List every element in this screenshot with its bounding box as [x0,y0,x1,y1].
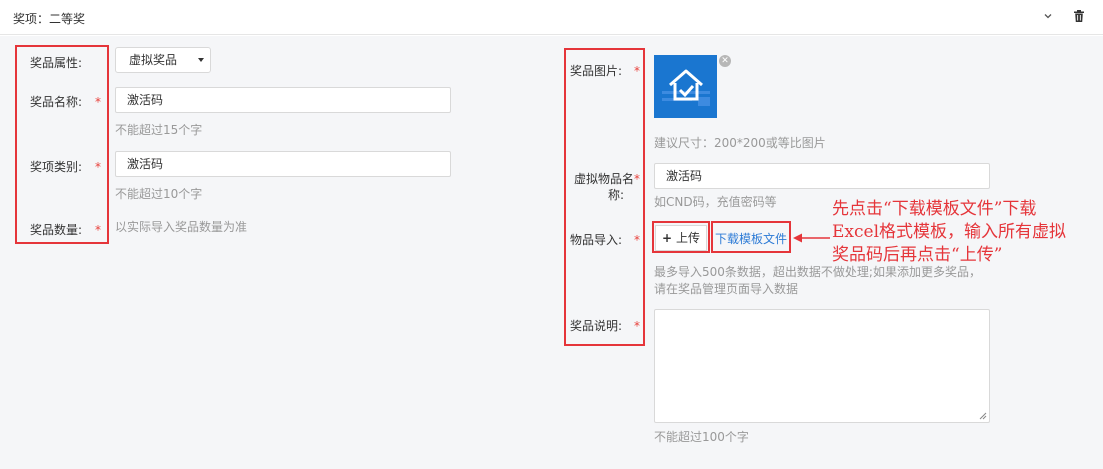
prize-desc-label: 奖品说明: [570,319,623,333]
resize-grip-icon[interactable] [979,412,987,420]
virtual-name-input[interactable]: 激活码 [654,163,990,189]
instruction-annotation: 先点击“下载模板文件”下载 Excel格式模板，输入所有虚拟 奖品码后再点击“上… [832,198,1102,267]
prize-attr-select[interactable]: 虚拟奖品 [115,47,211,73]
import-label: 物品导入: [570,233,623,247]
prize-desc-hint: 不能超过100个字 [654,430,749,444]
virtual-name-hint: 如CND码，充值密码等 [654,195,777,209]
prize-name-hint: 不能超过15个字 [115,123,203,137]
required-mark: * [95,95,101,109]
prize-name-input[interactable]: 激活码 [115,87,451,113]
prize-header: 奖项：二等奖 [0,0,1103,35]
virtual-name-label-line2: 称: [607,188,624,202]
prize-image-hint: 建议尺寸：200*200或等比图片 [654,136,826,150]
trash-icon[interactable] [1073,9,1085,23]
required-mark: * [95,160,101,174]
prize-category-input[interactable]: 激活码 [115,151,451,177]
annotation-line3: 奖品码后再点击“上传” [832,245,1003,265]
prize-qty-label: 奖品数量: [30,223,83,237]
upload-button[interactable]: + 上传 [655,225,707,251]
chevron-down-icon[interactable] [1041,9,1055,23]
prize-image-thumbnail[interactable] [654,55,717,118]
prize-image-label: 奖品图片: [570,64,623,78]
remove-image-icon[interactable]: ✕ [719,55,731,67]
prize-category-label: 奖项类别: [30,160,83,174]
import-hint-line2: 请在奖品管理页面导入数据 [654,282,799,296]
plus-icon: + [662,231,673,245]
prize-desc-textarea[interactable] [654,309,990,423]
required-mark: * [634,233,640,247]
download-template-link[interactable]: 下载模板文件 [715,230,787,247]
required-mark: * [634,172,640,186]
upload-button-label: 上传 [675,231,700,245]
annotation-line1: 先点击“下载模板文件”下载 [832,199,1037,219]
required-mark: * [95,223,101,237]
required-mark: * [634,64,640,78]
caret-down-icon [198,58,204,62]
house-check-icon [662,69,710,106]
annotation-line2: Excel格式模板，输入所有虚拟 [832,222,1067,242]
virtual-name-label-line1: 虚拟物品名 [573,172,634,186]
prize-title: 奖项：二等奖 [13,12,86,26]
prize-category-hint: 不能超过10个字 [115,187,203,201]
prize-name-label: 奖品名称: [30,95,83,109]
prize-qty-hint: 以实际导入奖品数量为准 [115,220,248,234]
prize-attr-value: 虚拟奖品 [129,53,178,67]
prize-attr-label: 奖品属性: [30,56,83,70]
required-mark: * [634,319,640,333]
arrow-left-icon [793,233,830,243]
